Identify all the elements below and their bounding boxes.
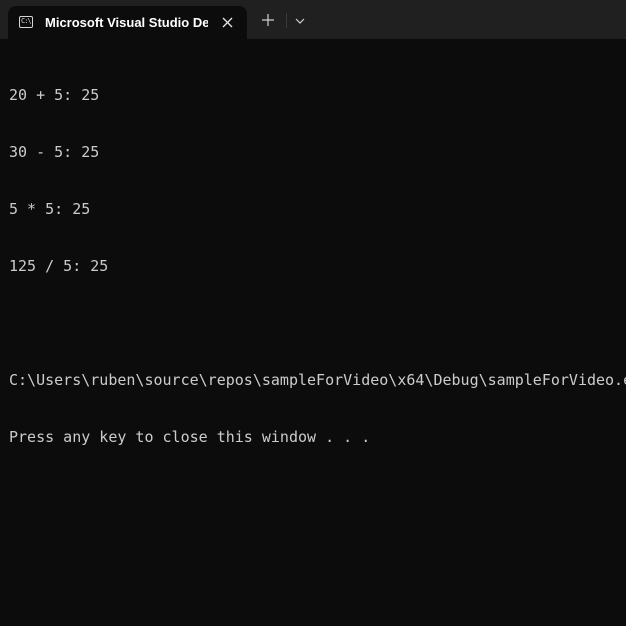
console-line: 125 / 5: 25 bbox=[9, 257, 109, 275]
titlebar-divider bbox=[286, 13, 287, 28]
console-line: 5 * 5: 25 bbox=[9, 200, 91, 218]
console-line: C:\Users\ruben\source\repos\sampleForVid… bbox=[9, 371, 626, 389]
plus-icon[interactable] bbox=[260, 12, 276, 28]
close-icon[interactable] bbox=[218, 13, 237, 32]
console-line: 30 - 5: 25 bbox=[9, 143, 100, 161]
console-icon-glyph: C:\ bbox=[21, 17, 32, 25]
chevron-down-icon[interactable] bbox=[294, 16, 306, 26]
terminal-window: C:\ Microsoft Visual Studio Debug Consol… bbox=[0, 0, 626, 626]
tab-debug-console[interactable]: C:\ Microsoft Visual Studio Debug Consol… bbox=[8, 6, 247, 39]
console-app-icon: C:\ bbox=[19, 16, 33, 28]
console-output[interactable]: 20 + 5: 25 30 - 5: 25 5 * 5: 25 125 / 5:… bbox=[9, 48, 626, 485]
tab-title: Microsoft Visual Studio Debug Console bbox=[45, 15, 208, 30]
console-line: 20 + 5: 25 bbox=[9, 86, 100, 104]
console-line: Press any key to close this window . . . bbox=[9, 428, 371, 446]
title-bar[interactable]: C:\ Microsoft Visual Studio Debug Consol… bbox=[0, 0, 626, 39]
